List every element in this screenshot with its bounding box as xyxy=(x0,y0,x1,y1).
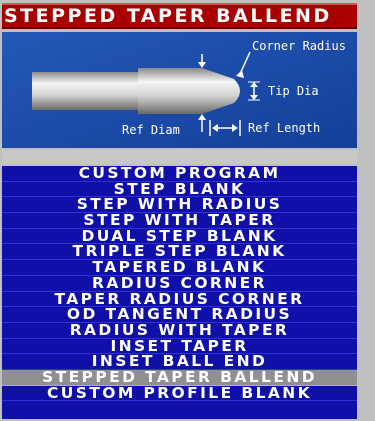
window-title: STEPPED TAPER BALLEND xyxy=(2,3,357,29)
menu-item-triple-step-blank[interactable]: TRIPLE STEP BLANK xyxy=(2,244,357,261)
tool-diagram: Corner Radius Tip Dia Ref Diam Ref Lengt… xyxy=(2,32,357,148)
app-window: STEPPED TAPER BALLEND Corner Radius Tip … xyxy=(0,0,375,421)
menu-item-step-blank[interactable]: STEP BLANK xyxy=(2,182,357,198)
menu-item-tapered-blank[interactable]: TAPERED BLANK xyxy=(2,260,357,276)
menu-item-custom-program[interactable]: CUSTOM PROGRAM xyxy=(2,166,357,182)
tip-dia-label: Tip Dia xyxy=(268,84,319,98)
ref-diam-label: Ref Diam xyxy=(122,123,180,137)
menu-item-radius-corner[interactable]: RADIUS CORNER xyxy=(2,276,357,292)
separator xyxy=(2,150,357,164)
menu-item-taper-radius-corner[interactable]: TAPER RADIUS CORNER xyxy=(2,292,357,308)
menu-item-od-tangent-radius[interactable]: OD TANGENT RADIUS xyxy=(2,307,357,323)
menu-item-custom-profile-blank[interactable]: CUSTOM PROFILE BLANK xyxy=(2,386,357,402)
blank-type-menu: CUSTOM PROGRAM STEP BLANK STEP WITH RADI… xyxy=(2,166,357,419)
menu-item-stepped-taper-ballend[interactable]: STEPPED TAPER BALLEND xyxy=(2,369,357,386)
ref-length-label: Ref Length xyxy=(248,121,320,135)
menu-item-step-with-radius[interactable]: STEP WITH RADIUS xyxy=(2,197,357,214)
tool-diagram-svg: Corner Radius Tip Dia Ref Diam Ref Lengt… xyxy=(2,32,357,148)
menu-item-inset-taper[interactable]: INSET TAPER xyxy=(2,339,357,355)
tool-shank xyxy=(32,72,142,110)
menu-item-inset-ball-end[interactable]: INSET BALL END xyxy=(2,354,357,370)
menu-item-step-with-taper[interactable]: STEP WITH TAPER xyxy=(2,213,357,229)
corner-radius-label: Corner Radius xyxy=(252,39,346,53)
menu-item-dual-step-blank[interactable]: DUAL STEP BLANK xyxy=(2,229,357,245)
menu-item-radius-with-taper[interactable]: RADIUS WITH TAPER xyxy=(2,323,357,339)
